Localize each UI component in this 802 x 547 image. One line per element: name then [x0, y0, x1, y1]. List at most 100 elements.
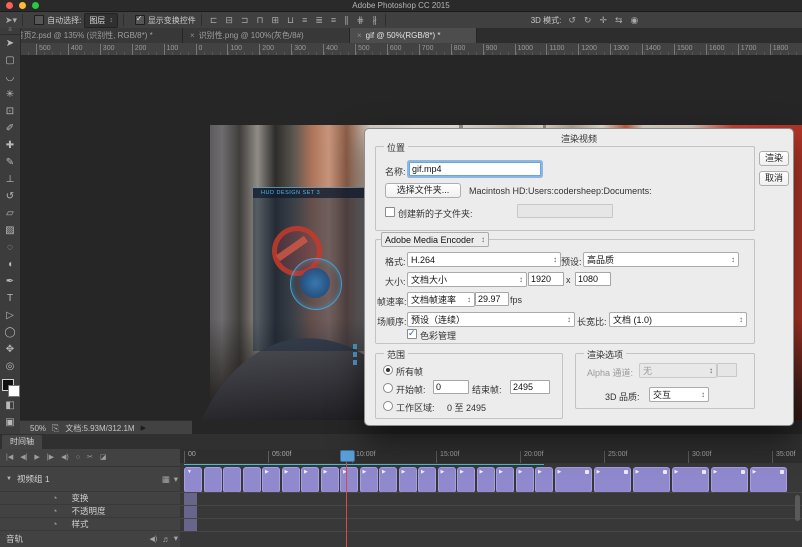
3d-orbit-icon[interactable]: ↺	[565, 15, 579, 26]
field-order-dropdown[interactable]: 预设（连续）↕	[407, 312, 575, 327]
split-clip-button[interactable]: ✂	[87, 453, 93, 463]
video-clip[interactable]: ▶	[340, 467, 358, 493]
prev-frame-button[interactable]: ◀|	[20, 453, 27, 463]
blur-tool-icon[interactable]: ◌	[0, 239, 20, 256]
video-clip[interactable]	[243, 467, 261, 493]
eyedropper-tool-icon[interactable]: ✐	[0, 120, 20, 137]
type-tool-icon[interactable]: T	[0, 290, 20, 307]
go-first-frame-button[interactable]: |◀	[6, 453, 13, 463]
video-clip[interactable]: ▼	[184, 467, 202, 493]
stopwatch-icon[interactable]: ◔	[52, 519, 57, 529]
video-clip[interactable]: ▶	[555, 467, 592, 493]
distribute-vcenter-icon[interactable]: ≣	[312, 15, 326, 26]
work-area-radio[interactable]	[383, 401, 393, 411]
render-button[interactable]: 渲染	[759, 151, 789, 166]
gradient-tool-icon[interactable]: ▨	[0, 222, 20, 239]
video-clip[interactable]: ▶	[457, 467, 475, 493]
brush-tool-icon[interactable]: ✎	[0, 154, 20, 171]
align-bottom-icon[interactable]: ⊔	[284, 15, 297, 26]
video-clip[interactable]: ▶	[418, 467, 436, 493]
video-clip[interactable]: ▶	[672, 467, 709, 493]
path-select-tool-icon[interactable]: ▷	[0, 307, 20, 324]
all-frames-radio[interactable]	[383, 365, 393, 375]
height-input[interactable]	[575, 272, 611, 286]
color-manage-checkbox[interactable]	[407, 329, 417, 339]
size-dropdown[interactable]: 文档大小↕	[407, 272, 527, 287]
video-group-row[interactable]: ▼ 视频组 1 ▦ ▾	[0, 467, 186, 492]
pen-tool-icon[interactable]: ✒	[0, 273, 20, 290]
cancel-button[interactable]: 取消	[759, 171, 789, 186]
speaker-icon[interactable]: ◀)	[150, 535, 158, 543]
video-clip[interactable]: ▶	[496, 467, 514, 493]
video-clip[interactable]: ▶	[301, 467, 319, 493]
quality-3d-dropdown[interactable]: 交互↕	[649, 387, 709, 402]
marquee-tool-icon[interactable]: ▢	[0, 52, 20, 69]
tab-document-2[interactable]: × 识别性.png @ 100%(灰色/8#)	[183, 28, 350, 43]
panel-grip[interactable]: ≡	[0, 28, 20, 35]
video-clip[interactable]: ▶	[262, 467, 280, 493]
framerate-dropdown[interactable]: 文档帧速率↕	[407, 292, 475, 307]
choose-folder-button[interactable]: 选择文件夹...	[385, 183, 461, 198]
dodge-tool-icon[interactable]: ◖	[0, 256, 20, 273]
create-subfolder-checkbox[interactable]	[385, 207, 395, 217]
video-clip[interactable]: ▶	[516, 467, 534, 493]
filmstrip-icon[interactable]: ▦	[162, 474, 170, 485]
align-left-icon[interactable]: ⊏	[207, 15, 221, 26]
eraser-tool-icon[interactable]: ▱	[0, 205, 20, 222]
start-frame-radio[interactable]	[383, 383, 393, 393]
healing-brush-tool-icon[interactable]: ✚	[0, 137, 20, 154]
preset-dropdown[interactable]: 高品质↕	[583, 252, 739, 267]
video-clip[interactable]	[204, 467, 222, 493]
audio-track-row[interactable]: 音轨 ◀) ♬ ▾	[0, 530, 186, 547]
zoom-tool-icon[interactable]: ◎	[0, 358, 20, 375]
align-vcenter-icon[interactable]: ⊞	[268, 15, 282, 26]
distribute-top-icon[interactable]: ≡	[299, 15, 310, 26]
video-clip[interactable]: ▶	[711, 467, 748, 493]
3d-roll-icon[interactable]: ↻	[581, 15, 595, 26]
3d-pan-icon[interactable]: ✛	[596, 15, 610, 26]
audio-mute-button[interactable]: ◀)	[61, 453, 69, 463]
playhead-handle[interactable]	[340, 450, 355, 462]
timeline-tab[interactable]: 时间轴	[2, 435, 42, 449]
timeline-ruler[interactable]: 0005:00f10:00f15:00f20:00f25:00f30:00f35…	[180, 449, 802, 464]
zoom-level-field[interactable]: 50%	[30, 424, 46, 433]
auto-select-checkbox[interactable]	[34, 15, 44, 25]
lasso-tool-icon[interactable]: ◡	[0, 69, 20, 86]
3d-slide-icon[interactable]: ⇆	[612, 15, 626, 26]
timeline-scrollbar[interactable]	[795, 495, 800, 521]
history-brush-tool-icon[interactable]: ↺	[0, 188, 20, 205]
move-tool-icon[interactable]: ➤	[0, 35, 20, 52]
video-clip[interactable]: ▶	[438, 467, 456, 493]
export-icon[interactable]: ⎘	[52, 423, 59, 433]
aspect-dropdown[interactable]: 文档 (1.0)↕	[609, 312, 747, 327]
encoder-selector-dropdown[interactable]: Adobe Media Encoder↕	[381, 232, 489, 247]
fps-input[interactable]	[475, 292, 509, 306]
magic-wand-tool-icon[interactable]: ✳	[0, 86, 20, 103]
video-clip[interactable]	[223, 467, 241, 493]
hand-tool-icon[interactable]: ✥	[0, 341, 20, 358]
video-clip[interactable]: ▶	[321, 467, 339, 493]
close-tab-icon[interactable]: ×	[357, 31, 362, 40]
width-input[interactable]	[528, 272, 564, 286]
transition-button[interactable]: ◪	[100, 453, 107, 463]
3d-camera-icon[interactable]: ◉	[628, 15, 642, 26]
distribute-bottom-icon[interactable]: ≡	[328, 15, 339, 26]
screen-mode-icon[interactable]: ▣	[0, 414, 20, 431]
video-clip[interactable]: ▶	[360, 467, 378, 493]
video-clip[interactable]: ▶	[379, 467, 397, 493]
video-clip[interactable]: ▶	[594, 467, 631, 493]
video-clip[interactable]: ▶	[750, 467, 787, 493]
crop-tool-icon[interactable]: ⊡	[0, 103, 20, 120]
name-input[interactable]	[409, 162, 541, 176]
format-dropdown[interactable]: H.264↕	[407, 252, 561, 267]
auto-select-target-dropdown[interactable]: 图层 ↕	[84, 13, 118, 28]
close-tab-icon[interactable]: ×	[190, 31, 195, 40]
align-hcenter-icon[interactable]: ⊟	[222, 15, 236, 26]
shape-tool-icon[interactable]: ◯	[0, 324, 20, 341]
show-transform-checkbox[interactable]	[135, 15, 145, 25]
align-top-icon[interactable]: ⊓	[253, 15, 266, 26]
video-clip[interactable]: ▶	[477, 467, 495, 493]
tool-preset-caret-icon[interactable]: ▾	[13, 15, 18, 25]
video-clip[interactable]: ▶	[535, 467, 553, 493]
distribute-hcenter-icon[interactable]: ⋕	[354, 15, 368, 26]
